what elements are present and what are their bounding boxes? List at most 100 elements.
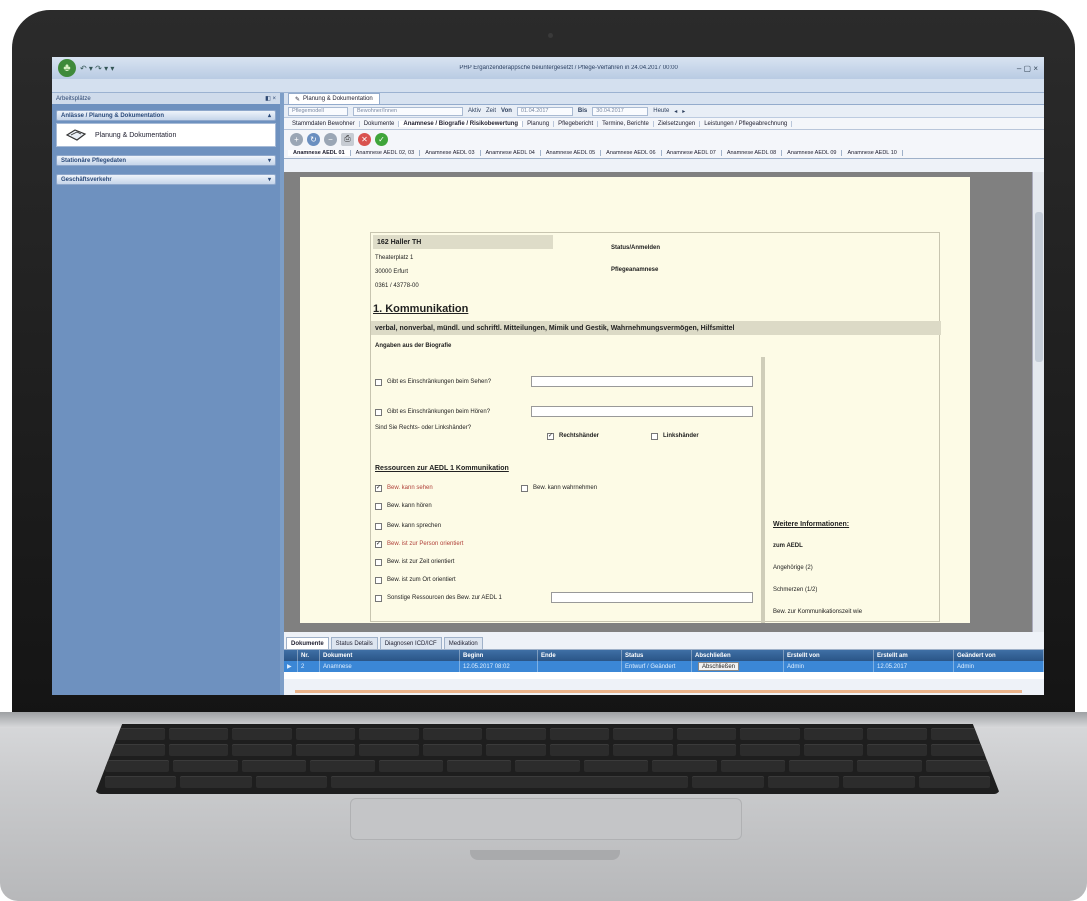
subtab-stammdaten[interactable]: Stammdaten Bewohner <box>288 120 360 127</box>
ressource-sprechen-checkbox[interactable] <box>375 523 382 530</box>
column-header[interactable]: Status <box>622 650 692 661</box>
date-to-field[interactable]: 30.04.2017 <box>592 106 649 116</box>
ressource-wahrnehmen-checkbox[interactable] <box>521 485 528 492</box>
sonstige-input[interactable] <box>551 592 753 603</box>
tab-aedl-10[interactable]: Anamnese AEDL 10 <box>842 150 903 156</box>
print-icon[interactable]: ⎙ <box>341 132 354 146</box>
tab-medikation[interactable]: Medikation <box>443 637 483 649</box>
hoeren-question: Gibt es Einschränkungen beim Hören? <box>387 409 491 415</box>
window-title: PHP Ergänzenderappsche beiuntergesetzt /… <box>459 65 678 71</box>
tab-aedl-05[interactable]: Anamnese AEDL 05 <box>541 150 602 156</box>
tab-diagnosen[interactable]: Diagnosen ICD/ICF <box>379 637 442 649</box>
nav-header-title: Arbeitsplätze <box>56 95 91 102</box>
resident-subtabs: Stammdaten Bewohner Dokumente Anamnese /… <box>284 118 1044 130</box>
zeit-label: Zeit <box>486 108 497 114</box>
column-header[interactable]: Ende <box>538 650 622 661</box>
table-cell: Admin <box>954 661 1044 672</box>
scrollbar-thumb[interactable] <box>1035 212 1043 362</box>
column-header[interactable]: Erstellt am <box>874 650 954 661</box>
tab-aedl-02[interactable]: Anamnese AEDL 02, 03 <box>351 150 421 156</box>
column-header[interactable]: Geändert von <box>954 650 1044 661</box>
subtab-termine[interactable]: Termine, Berichte <box>598 120 654 127</box>
tab-status-details[interactable]: Status Details <box>330 637 378 649</box>
trackpad <box>350 798 742 840</box>
nav-section-planung[interactable]: Anlässe / Planung & Dokumentation ▴ <box>56 110 276 121</box>
tab-aedl-01[interactable]: Anamnese AEDL 01 <box>288 150 351 156</box>
lid-notch <box>470 850 620 860</box>
window-controls[interactable]: – ▢ × <box>1017 64 1038 73</box>
subtab-zielsetzungen[interactable]: Zielsetzungen <box>654 120 701 127</box>
collapse-arrow-icon[interactable]: ▴ <box>268 112 271 119</box>
sehen-checkbox[interactable] <box>375 379 382 386</box>
ressource-hoeren-checkbox[interactable] <box>375 503 382 510</box>
abschliessen-cell: Abschließen <box>692 661 784 672</box>
ressource-ort-checkbox[interactable] <box>375 577 382 584</box>
expand-arrow-icon[interactable]: ▾ <box>268 176 271 183</box>
subtab-dokumente[interactable]: Dokumente <box>360 120 400 127</box>
column-header[interactable]: Abschließen <box>692 650 784 661</box>
subtab-anamnese[interactable]: Anamnese / Biografie / Risikobewertung <box>399 120 524 127</box>
tab-aedl-03[interactable]: Anamnese AEDL 03 <box>420 150 481 156</box>
sehen-input[interactable] <box>531 376 753 387</box>
nav-section-geschaeftsverkehr[interactable]: Geschäftsverkehr ▾ <box>56 174 276 185</box>
arrow-right-icon[interactable]: ▸ <box>682 108 685 115</box>
resident-name: 162 Haller TH <box>373 235 553 249</box>
ressource-person-checkbox[interactable]: ✓ <box>375 541 382 548</box>
rechtshaender-checkbox[interactable]: ✓ <box>547 433 554 440</box>
ressource-zeit-checkbox[interactable] <box>375 559 382 566</box>
tab-label: Planung & Dokumentation <box>303 96 373 102</box>
refresh-icon[interactable]: ↻ <box>307 132 320 146</box>
subtab-pflegebericht[interactable]: Pflegebericht <box>554 120 599 127</box>
tab-dokumente[interactable]: Dokumente <box>286 637 329 649</box>
nav-item-planung-dokumentation[interactable]: Planung & Dokumentation <box>56 123 276 147</box>
clipboard-icon <box>65 129 87 141</box>
von-label: Von <box>501 108 512 114</box>
status-label: Status/Anmelden <box>611 245 661 251</box>
bewohner-select[interactable]: Bewohner/Innen <box>353 106 463 116</box>
column-header[interactable]: Dokument <box>320 650 460 661</box>
date-from-field[interactable]: 01.04.2017 <box>516 106 573 116</box>
tab-aedl-07[interactable]: Anamnese AEDL 07 <box>662 150 722 156</box>
webcam <box>548 33 553 38</box>
column-header[interactable]: Nr. <box>298 650 320 661</box>
ressource-person-label: Bew. ist zur Person orientiert <box>387 541 464 547</box>
column-header[interactable]: Beginn <box>460 650 538 661</box>
key-row <box>95 760 1000 772</box>
table-row[interactable]: ▶ 2 Anamnese 12.05.2017 08:02 Entwurf / … <box>284 661 1044 672</box>
quick-access-toolbar[interactable]: ↶ ▾ ↷ ▾ ▾ <box>80 64 114 73</box>
heute-button[interactable]: Heute <box>653 108 669 114</box>
arrow-left-icon[interactable]: ◂ <box>674 108 677 115</box>
abschliessen-button[interactable]: Abschließen <box>698 662 740 671</box>
table-header-row: Nr. Dokument Beginn Ende Status Abschlie… <box>284 650 1044 661</box>
laptop-mockup: ♣ ↶ ▾ ↷ ▾ ▾ PHP Ergänzenderappsche beiun… <box>0 0 1087 901</box>
tab-aedl-08[interactable]: Anamnese AEDL 08 <box>722 150 783 156</box>
add-icon[interactable]: + <box>290 132 303 146</box>
bottom-tab-strip: Dokumente Status Details Diagnosen ICD/I… <box>284 636 1044 649</box>
row-indicator-icon: ▶ <box>284 661 298 672</box>
column-header[interactable]: Erstellt von <box>784 650 874 661</box>
confirm-check-icon[interactable]: ✓ <box>375 132 388 146</box>
anamnese-form: 162 Haller TH Theaterplatz 1 30000 Erfur… <box>370 232 941 623</box>
ressource-sonstige-checkbox[interactable] <box>375 595 382 602</box>
app-logo-tree-icon[interactable]: ♣ <box>58 59 76 77</box>
tab-aedl-06[interactable]: Anamnese AEDL 06 <box>601 150 662 156</box>
subtab-leistungen[interactable]: Leistungen / Pflegeabrechnung <box>700 120 793 127</box>
nav-pin-close-icon[interactable]: ◧ × <box>265 95 276 102</box>
pflegemodell-select[interactable]: Pflegemodell <box>288 106 348 116</box>
nav-section-pflegedaten[interactable]: Stationäre Pflegedaten ▾ <box>56 155 276 166</box>
tab-aedl-04[interactable]: Anamnese AEDL 04 <box>481 150 541 156</box>
ressource-sehen-checkbox[interactable]: ✓ <box>375 485 382 492</box>
tab-aedl-09[interactable]: Anamnese AEDL 09 <box>782 150 843 156</box>
cancel-icon[interactable]: ✕ <box>358 132 371 146</box>
address-line-2: 30000 Erfurt <box>375 269 409 275</box>
subtab-planung[interactable]: Planung <box>523 120 555 127</box>
tab-planung-dokumentation[interactable]: ✎ Planung & Dokumentation <box>288 93 380 104</box>
expand-arrow-icon[interactable]: ▾ <box>268 157 271 164</box>
vertical-scrollbar[interactable] <box>1032 172 1044 632</box>
hoeren-checkbox[interactable] <box>375 409 382 416</box>
remove-icon[interactable]: − <box>324 132 337 146</box>
address-line-1: Theaterplatz 1 <box>375 255 414 261</box>
hoeren-input[interactable] <box>531 406 753 417</box>
table-cell: Admin <box>784 661 874 672</box>
linkshaender-checkbox[interactable] <box>651 433 658 440</box>
